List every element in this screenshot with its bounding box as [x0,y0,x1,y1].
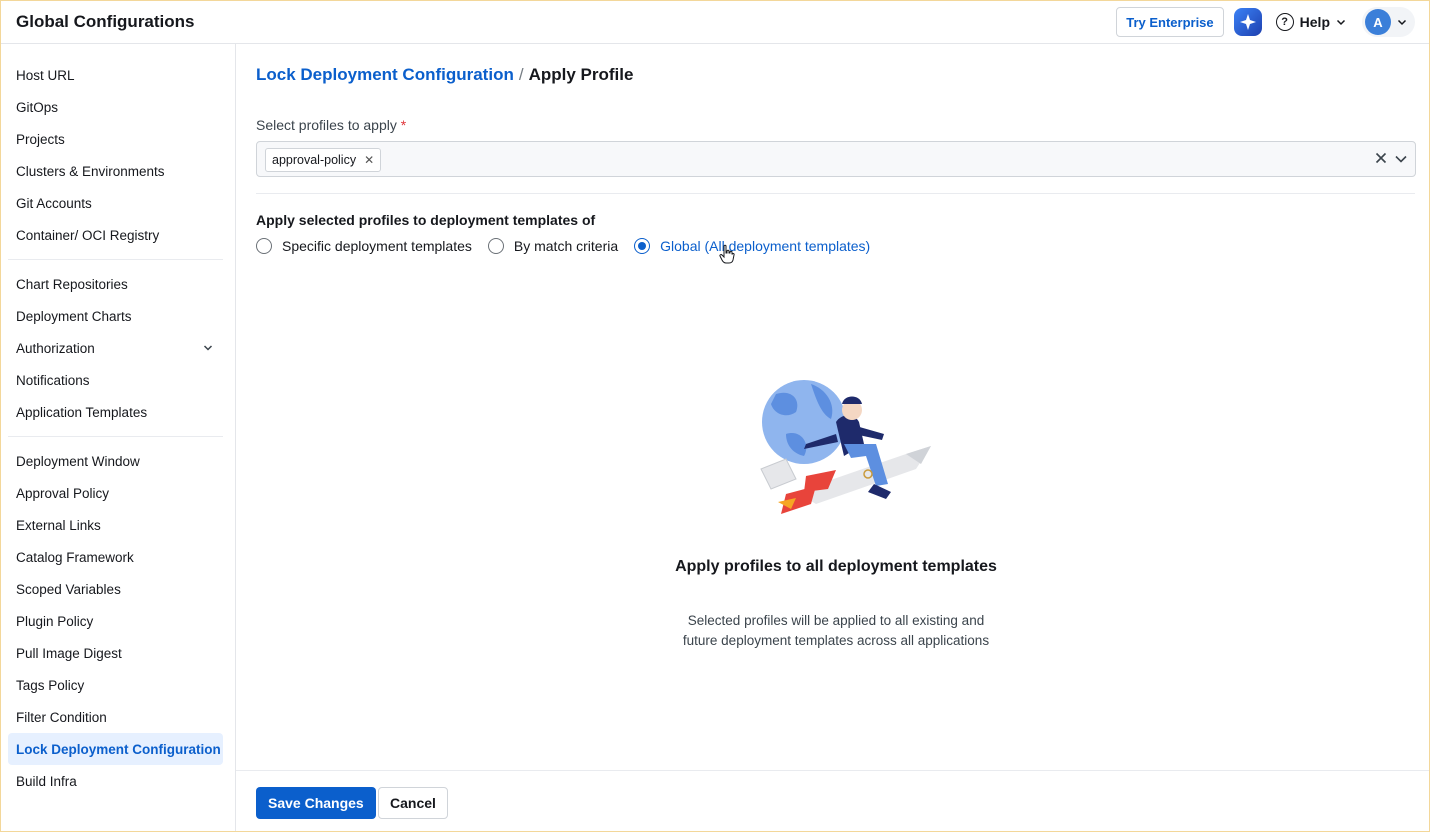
radio-label: By match criteria [513,238,619,254]
radio-match-criteria[interactable]: By match criteria [487,238,619,254]
chevron-down-icon[interactable] [1395,154,1407,164]
sidebar-item-tags-policy[interactable]: Tags Policy [8,669,223,701]
sidebar-item-authorization[interactable]: Authorization [8,332,223,364]
section-divider [256,193,1415,194]
hand-cursor-icon [719,244,735,264]
breadcrumb: Lock Deployment Configuration / Apply Prof… [256,65,633,85]
help-menu[interactable]: ? Help [1275,13,1346,31]
breadcrumb-current: Apply Profile [528,65,634,84]
sidebar-item-lock-deployment-configuration[interactable]: Lock Deployment Configuration [8,733,223,765]
rocket-illustration [760,380,931,514]
sidebar-item-scoped-variables[interactable]: Scoped Variables [8,573,223,605]
help-label: Help [1299,14,1330,30]
sidebar-item-application-templates[interactable]: Application Templates [8,396,223,428]
clear-icon[interactable] [1375,152,1387,164]
sidebar-item-projects[interactable]: Projects [8,123,223,155]
ai-assistant-icon[interactable] [1233,8,1262,36]
app-window: Global Configurations Try Enterprise ? H… [0,0,1430,832]
radio-circle [487,238,504,254]
sidebar-divider [8,436,223,437]
sidebar-item-build-infra[interactable]: Build Infra [8,765,223,797]
sidebar-item-label: Authorization [16,340,95,356]
profiles-label-text: Select profiles to apply [256,117,397,133]
apply-scope-radio-group: Specific deployment templates By match c… [256,238,886,254]
empty-state-description: Selected profiles will be applied to all… [682,613,990,648]
settings-sidebar: Host URL GitOps Projects Clusters & Envi… [1,44,236,831]
sidebar-divider [8,259,223,260]
sidebar-item-plugin-policy[interactable]: Plugin Policy [8,605,223,637]
cancel-button[interactable]: Cancel [378,787,448,819]
radio-global[interactable]: Global (All deployment templates) [634,238,870,254]
header-actions: Try Enterprise ? Help A [1116,7,1415,37]
radio-label: Specific deployment templates [282,238,472,254]
try-enterprise-button[interactable]: Try Enterprise [1116,7,1224,37]
save-changes-button[interactable]: Save Changes [256,787,376,819]
sidebar-item-pull-image-digest[interactable]: Pull Image Digest [8,637,223,669]
user-menu[interactable]: A [1362,7,1415,37]
main-content: Lock Deployment Configuration / Apply Prof… [236,44,1429,831]
radio-label: Global (All deployment templates) [660,238,871,254]
sidebar-item-deployment-window[interactable]: Deployment Window [8,445,223,477]
page-header-title: Global Configurations [16,12,195,31]
form-footer: Save Changes Cancel [236,770,1429,831]
avatar: A [1365,9,1391,35]
breadcrumb-link[interactable]: Lock Deployment Configuration [256,65,514,84]
empty-state-title: Apply profiles to all deployment templat… [675,558,997,575]
chip-remove-icon[interactable]: ✕ [364,153,374,167]
radio-specific-templates[interactable]: Specific deployment templates [256,238,472,254]
sidebar-item-gitops[interactable]: GitOps [8,91,223,123]
profiles-field-label: Select profiles to apply * [256,117,406,133]
required-mark: * [400,117,407,133]
top-header: Global Configurations Try Enterprise ? H… [1,1,1429,44]
radio-circle [256,238,272,254]
sidebar-item-notifications[interactable]: Notifications [8,364,223,396]
apply-scope-label: Apply selected profiles to deployment te… [256,212,596,228]
selected-profile-chip: approval-policy ✕ [265,148,382,172]
sidebar-item-external-links[interactable]: External Links [8,509,223,541]
sidebar-item-host-url[interactable]: Host URL [8,59,223,91]
sidebar-item-git-accounts[interactable]: Git Accounts [8,187,223,219]
radio-circle [634,238,651,254]
sidebar-item-container-registry[interactable]: Container/ OCI Registry [8,219,223,251]
sidebar-group-1: Host URL GitOps Projects Clusters & Envi… [1,44,235,797]
help-icon: ? [1275,13,1294,31]
sidebar-item-deployment-charts[interactable]: Deployment Charts [8,300,223,332]
profiles-multiselect[interactable]: approval-policy ✕ [256,141,1416,177]
chip-label: approval-policy [272,153,357,167]
sidebar-item-chart-repositories[interactable]: Chart Repositories [8,268,223,300]
chevron-down-icon [1397,19,1407,26]
chevron-down-icon [203,345,213,351]
sidebar-item-catalog-framework[interactable]: Catalog Framework [8,541,223,573]
sidebar-item-approval-policy[interactable]: Approval Policy [8,477,223,509]
sidebar-item-clusters-environments[interactable]: Clusters & Environments [8,155,223,187]
breadcrumb-separator: / [518,65,524,84]
chevron-down-icon [1336,19,1346,26]
sidebar-item-filter-condition[interactable]: Filter Condition [8,701,223,733]
